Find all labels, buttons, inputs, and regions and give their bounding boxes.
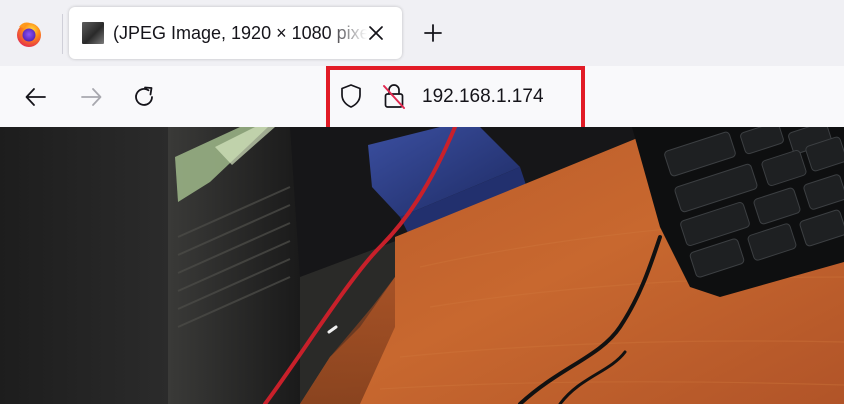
forward-arrow-icon[interactable]: [78, 84, 104, 110]
reload-icon[interactable]: [131, 84, 157, 110]
page-viewport: [0, 127, 844, 404]
tab-jpeg-image[interactable]: (JPEG Image, 1920 × 1080 pixels): [69, 7, 402, 59]
tab-separator: [62, 14, 63, 54]
plus-icon[interactable]: [422, 22, 444, 44]
navigation-toolbar: 192.168.1.174: [0, 66, 844, 145]
image-thumbnail-icon: [82, 22, 104, 44]
firefox-logo-icon[interactable]: [12, 17, 46, 51]
tab-title: (JPEG Image, 1920 × 1080 pixels): [113, 23, 367, 43]
back-arrow-icon[interactable]: [23, 84, 49, 110]
tab-strip: (JPEG Image, 1920 × 1080 pixels): [0, 0, 844, 66]
jpeg-photo: [0, 127, 844, 404]
close-icon[interactable]: [367, 24, 385, 42]
